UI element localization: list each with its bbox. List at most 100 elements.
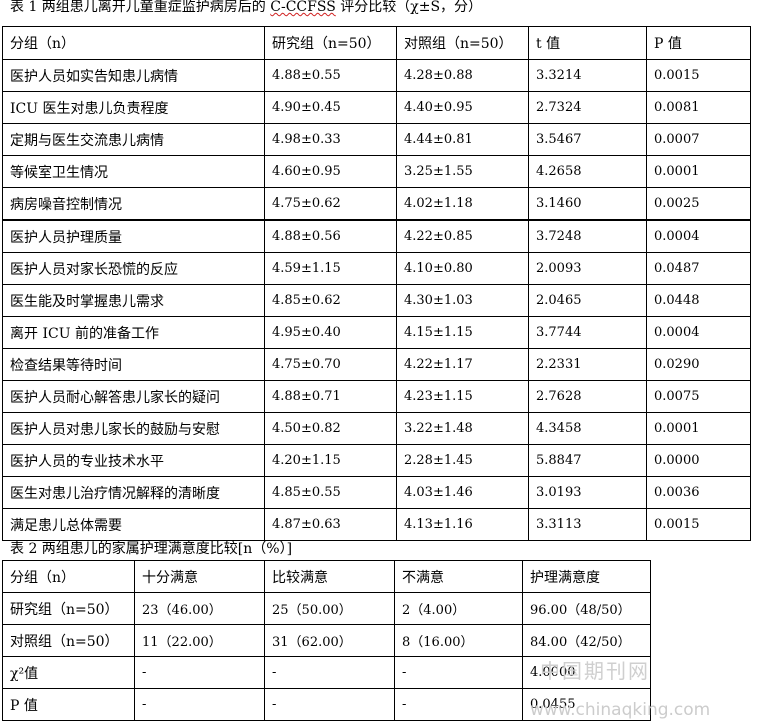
table1: 分组（n） 研究组（n=50） 对照组（n=50） t 值P 值医护人员如实告知患儿病… [2, 26, 751, 541]
table1-cell: 4.87±0.63 [264, 508, 397, 541]
table1-row: 满足患儿总体需要 4.87±0.63 4.13±1.16 3.3113 0.0015 [2, 508, 751, 541]
table1-cell: 4.2658 [528, 155, 647, 188]
table1-cell: 4.15±1.15 [396, 316, 529, 349]
table1-cell: 2.2331 [528, 348, 647, 381]
watermark-logo-text: 中国期刊网 [540, 659, 650, 683]
table1-cell: 医护人员耐心解答患儿家长的疑问 [2, 380, 265, 413]
table1-cell: 0.0001 [646, 412, 751, 445]
table1-cell: 0.0025 [646, 187, 751, 221]
table2-header-cell: 分组（n） [2, 560, 135, 593]
table1-header-row: 分组（n） 研究组（n=50） 对照组（n=50） t 值P 值 [2, 26, 751, 60]
table2-caption: 表 2 两组患儿的家属护理满意度比较[n（%）] [10, 541, 293, 557]
table1-header-cell: 研究组（n=50） [264, 26, 397, 60]
table1-cell: 4.50±0.82 [264, 412, 397, 445]
table1-cell: 0.0015 [646, 59, 751, 92]
table1-cell: 3.0193 [528, 476, 647, 509]
table2-cell: 31（62.00） [264, 624, 395, 657]
table1-cell: 0.0000 [646, 444, 751, 477]
table1-cell: 4.28±0.88 [396, 59, 529, 92]
table1-cell: 4.95±0.40 [264, 316, 397, 349]
table2-cell: χ²值 [2, 656, 135, 689]
table2-cell: P 值 [2, 688, 135, 721]
table2-row: 研究组（n=50） 23（46.00） 25（50.00） 2（4.00） 96.00（… [2, 592, 651, 625]
table2-header-row: 分组（n） 十分满意 比较满意 不满意 护理满意度 [2, 560, 651, 593]
table1-cell: 4.10±0.80 [396, 252, 529, 285]
table1-cell: 4.40±0.95 [396, 91, 529, 124]
table1-cell: 0.0004 [646, 316, 751, 349]
table1-cell: 0.0075 [646, 380, 751, 413]
table2: 分组（n） 十分满意 比较满意 不满意 护理满意度 研究组（n=50） 23（46.00） 2… [2, 560, 651, 721]
table1-cell: 满足患儿总体需要 [2, 508, 265, 541]
table1-cell: 4.02±1.18 [396, 187, 529, 221]
table1-cell: 4.44±0.81 [396, 123, 529, 156]
table1-row: 医护人员如实告知患儿病情 4.88±0.55 4.28±0.88 3.3214 0.00… [2, 59, 751, 92]
table1-cell: 0.0001 [646, 155, 751, 188]
table1-row: 医护人员护理质量 4.88±0.56 4.22±0.85 3.7248 0.0004 [2, 219, 751, 253]
table1-cell: 0.0036 [646, 476, 751, 509]
table1-header-cell: t 值 [528, 26, 647, 60]
table1-cell: 医生能及时掌握患儿需求 [2, 284, 265, 317]
table1-cell: 4.20±1.15 [264, 444, 397, 477]
table1-cell: 4.85±0.62 [264, 284, 397, 317]
table1-cell: 4.88±0.71 [264, 380, 397, 413]
table1-cell: 4.88±0.56 [264, 219, 397, 253]
table1-cell: 4.98±0.33 [264, 123, 397, 156]
table1-body: 分组（n） 研究组（n=50） 对照组（n=50） t 值P 值医护人员如实告知患儿病… [2, 26, 751, 541]
table1-cell: 3.7744 [528, 316, 647, 349]
table1-cell: 0.0015 [646, 508, 751, 541]
table1-caption-suffix: 评分比较（χ±S，分） [335, 0, 483, 15]
table2-header-cell: 十分满意 [134, 560, 265, 593]
table1-cell: 5.8847 [528, 444, 647, 477]
table1-header-cell: P 值 [646, 26, 751, 60]
table1-row: 医护人员的专业技术水平 4.20±1.15 2.28±1.45 5.8847 0.000… [2, 444, 751, 477]
table1-cell: 4.22±1.17 [396, 348, 529, 381]
table2-cell: 8（16.00） [394, 624, 523, 657]
table1-cell: 2.0093 [528, 252, 647, 285]
table1-cell: 4.85±0.55 [264, 476, 397, 509]
table1-cell: 2.7628 [528, 380, 647, 413]
table1-cell: 医护人员对家长恐慌的反应 [2, 252, 265, 285]
table1-cell: 0.0007 [646, 123, 751, 156]
watermark-url: www.chinaqking.com [530, 700, 711, 720]
table2-row: 对照组（n=50） 11（22.00） 31（62.00） 8（16.00） 84.00… [2, 624, 651, 657]
table1-cell: 3.5467 [528, 123, 647, 156]
table1-row: 等候室卫生情况 4.60±0.95 3.25±1.55 4.2658 0.0001 [2, 155, 751, 188]
table1-cell: 3.3113 [528, 508, 647, 541]
table1-cell: 0.0448 [646, 284, 751, 317]
table2-cell: 23（46.00） [134, 592, 265, 625]
table1-row: 病房噪音控制情况 4.75±0.62 4.02±1.18 3.1460 0.0025 [2, 187, 751, 221]
table1-cell: 3.22±1.48 [396, 412, 529, 445]
table2-cell: 84.00（42/50） [522, 624, 651, 657]
table1-cell: 3.1460 [528, 187, 647, 221]
table1-cell: 4.22±0.85 [396, 219, 529, 253]
table1-cell: 2.0465 [528, 284, 647, 317]
table1-cell: 医护人员护理质量 [2, 219, 265, 253]
table1-cell: 医护人员的专业技术水平 [2, 444, 265, 477]
table1-cell: 定期与医生交流患儿病情 [2, 123, 265, 156]
table2-cell: - [394, 656, 523, 689]
table1-row: 医生对患儿治疗情况解释的清晰度 4.85±0.55 4.03±1.46 3.0193 0… [2, 476, 751, 509]
table1-cell: 2.7324 [528, 91, 647, 124]
table1-cell: 医生对患儿治疗情况解释的清晰度 [2, 476, 265, 509]
table2-cell: 25（50.00） [264, 592, 395, 625]
table1-row: 检查结果等待时间 4.75±0.70 4.22±1.17 2.2331 0.0290 [2, 348, 751, 381]
table1-cell: 0.0004 [646, 219, 751, 253]
table1-cell: 4.59±1.15 [264, 252, 397, 285]
table1-cell: 等候室卫生情况 [2, 155, 265, 188]
table1-cell: 离开 ICU 前的准备工作 [2, 316, 265, 349]
table1-caption-mid: C-CCFSS [270, 0, 336, 15]
table2-cell: 对照组（n=50） [2, 624, 135, 657]
table1-header-cell: 分组（n） [2, 26, 265, 60]
table1-cell: 0.0290 [646, 348, 751, 381]
table1-cell: 4.88±0.55 [264, 59, 397, 92]
table2-cell: 11（22.00） [134, 624, 265, 657]
table2-cell: 研究组（n=50） [2, 592, 135, 625]
table2-cell: 2（4.00） [394, 592, 523, 625]
table1-cell: 医护人员如实告知患儿病情 [2, 59, 265, 92]
table1-cell: 4.03±1.46 [396, 476, 529, 509]
table1-row: 医护人员对患儿家长的鼓励与安慰 4.50±0.82 3.22±1.48 4.3458 0… [2, 412, 751, 445]
table1-cell: 4.30±1.03 [396, 284, 529, 317]
table1-cell: 病房噪音控制情况 [2, 187, 265, 221]
table2-cell: - [134, 656, 265, 689]
table1-cell: 4.13±1.16 [396, 508, 529, 541]
